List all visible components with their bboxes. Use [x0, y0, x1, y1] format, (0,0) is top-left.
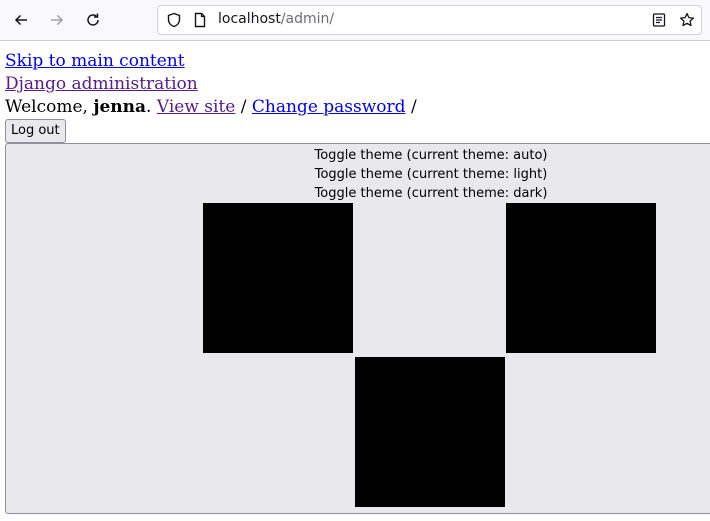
- reload-icon: [87, 13, 99, 26]
- address-bar[interactable]: localhost/admin/: [157, 5, 702, 35]
- page-icon[interactable]: [192, 12, 208, 28]
- bookmark-star-icon[interactable]: [679, 12, 695, 28]
- separator: /: [410, 97, 417, 117]
- reader-view-icon[interactable]: [651, 12, 667, 28]
- forward-arrow-icon: [51, 14, 64, 26]
- skip-to-content-link[interactable]: Skip to main content: [5, 51, 185, 71]
- browser-toolbar: localhost/admin/: [0, 0, 710, 41]
- change-password-link[interactable]: Change password: [252, 97, 406, 117]
- username-suffix: .: [146, 97, 152, 117]
- separator: /: [240, 97, 247, 117]
- page-content: Skip to main content Django administrati…: [0, 41, 710, 521]
- reload-button[interactable]: [81, 8, 105, 32]
- welcome-text: Welcome,: [5, 97, 88, 117]
- theme-toggle-dark-label: Toggle theme (current theme: dark): [314, 186, 548, 201]
- theme-light-icon: [506, 203, 656, 353]
- back-button[interactable]: [9, 8, 33, 32]
- theme-dark-icon: [355, 357, 505, 507]
- back-arrow-icon: [14, 14, 27, 26]
- view-site-link[interactable]: View site: [157, 97, 235, 117]
- site-name-link[interactable]: Django administration: [5, 74, 198, 94]
- forward-button[interactable]: [45, 8, 69, 32]
- username: jenna: [93, 97, 147, 117]
- shield-icon[interactable]: [166, 12, 182, 28]
- url-path: /admin/: [280, 11, 335, 27]
- url-host: localhost: [218, 11, 281, 27]
- logout-button[interactable]: Log out: [5, 119, 66, 143]
- theme-toggle-auto-label: Toggle theme (current theme: auto): [314, 148, 548, 163]
- theme-auto-icon: [203, 203, 353, 353]
- theme-toggle-light-label: Toggle theme (current theme: light): [314, 167, 548, 182]
- url-text[interactable]: localhost/admin/: [218, 11, 334, 27]
- user-tools: Welcome, jenna. View site / Change passw…: [5, 97, 417, 118]
- theme-toggle-button[interactable]: Toggle theme (current theme: auto) Toggl…: [5, 143, 710, 514]
